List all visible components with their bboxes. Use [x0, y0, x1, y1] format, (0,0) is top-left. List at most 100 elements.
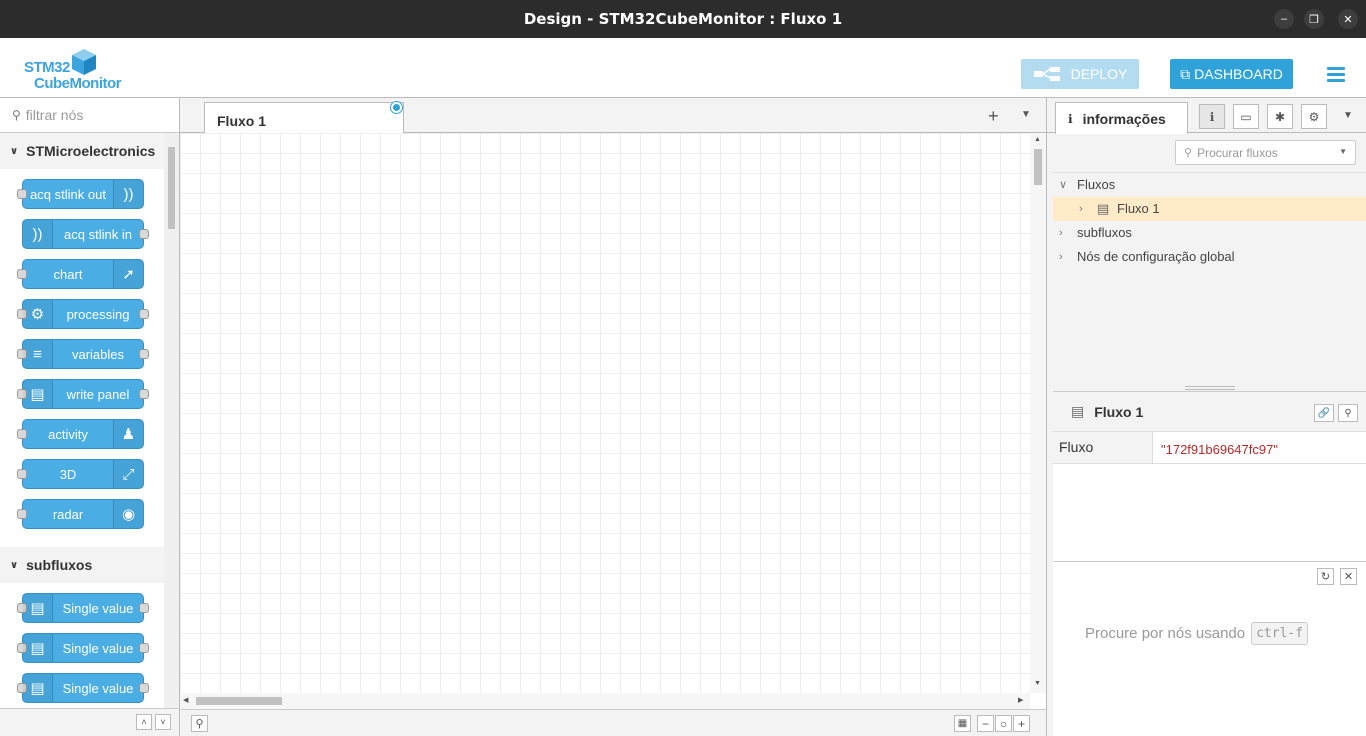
tab-label: Fluxo 1: [217, 113, 267, 129]
workspace-footer: ⚲ ▦ − ○ +: [180, 709, 1046, 736]
user-icon: ♟: [113, 420, 143, 448]
subflow-icon: ▤: [23, 674, 53, 702]
node-label: Single value: [62, 601, 134, 616]
output-port: [139, 309, 149, 319]
dashboard-button[interactable]: ⧉ DASHBOARD: [1170, 59, 1293, 89]
workspace: Fluxo 1 + ▼ ▲ ▼ ◀ ▶ ⚲ ▦ − ○ +: [180, 98, 1046, 736]
category-header-stmicroelectronics[interactable]: ∨ STMicroelectronics: [0, 133, 164, 169]
node-label: 3D: [59, 467, 77, 482]
search-icon[interactable]: ⚲: [1338, 404, 1358, 422]
output-port: [139, 603, 149, 613]
zoom-reset-icon[interactable]: ○: [995, 715, 1012, 732]
window-titlebar: Design - STM32CubeMonitor : Fluxo 1 – ❐ …: [0, 0, 1366, 38]
palette-node-single-value[interactable]: ▤ Single value: [17, 673, 149, 703]
tree-item-global-config[interactable]: › Nós de configuração global: [1053, 245, 1366, 269]
collapse-all-icon[interactable]: ˄: [136, 714, 152, 730]
close-icon[interactable]: ✕: [1338, 9, 1358, 29]
node-label: chart: [53, 267, 83, 282]
palette-node-single-value[interactable]: ▤ Single value: [17, 633, 149, 663]
flow-search-input[interactable]: ⚲ Procurar fluxos ▼: [1175, 140, 1356, 165]
property-key: Fluxo: [1053, 432, 1153, 463]
scroll-right-icon[interactable]: ▶: [1018, 696, 1023, 704]
debug-bug-icon[interactable]: ✱: [1267, 104, 1293, 129]
flow-canvas[interactable]: [180, 133, 1030, 693]
logo-text-line2: CubeMonitor: [34, 75, 121, 92]
canvas-horizontal-scrollbar[interactable]: ◀ ▶: [180, 693, 1030, 709]
minimize-icon[interactable]: –: [1274, 9, 1294, 29]
output-port: [139, 683, 149, 693]
canvas-vertical-scrollbar[interactable]: ▲ ▼: [1030, 133, 1046, 693]
node-label: activity: [48, 427, 88, 442]
node-label: variables: [71, 347, 125, 362]
search-icon[interactable]: ⚲: [191, 715, 208, 732]
zoom-out-icon[interactable]: −: [977, 715, 994, 732]
palette-footer: ˄ ˅: [0, 708, 179, 736]
category-body-stmicroelectronics: acq stlink out )) )) acq stlink in chart…: [0, 169, 164, 547]
dashboard-label: DASHBOARD: [1194, 66, 1283, 82]
tab-fluxo-1[interactable]: Fluxo 1: [204, 102, 404, 134]
menu-icon[interactable]: [1327, 67, 1345, 85]
refresh-icon[interactable]: ↻: [1317, 568, 1334, 585]
palette-node-processing[interactable]: ⚙ processing: [17, 299, 149, 329]
scroll-up-icon[interactable]: ▲: [1034, 136, 1041, 143]
palette-node-acq-stlink-in[interactable]: )) acq stlink in: [22, 219, 149, 249]
palette-node-activity[interactable]: activity ♟: [17, 419, 144, 449]
tab-informacoes[interactable]: ℹ informações: [1055, 102, 1188, 134]
palette-search-input[interactable]: filtrar nós: [26, 107, 84, 123]
category-header-subfluxos[interactable]: ∨ subfluxos: [0, 547, 164, 583]
dropdown-icon[interactable]: ▼: [1339, 147, 1347, 156]
palette-node-chart[interactable]: chart ➚: [17, 259, 144, 289]
expand-all-icon[interactable]: ˅: [155, 714, 171, 730]
flow-search-placeholder: Procurar fluxos: [1197, 145, 1278, 160]
chevron-down-icon: ∨: [1059, 179, 1068, 191]
panel-splitter[interactable]: [1185, 386, 1235, 390]
chevron-down-icon: ∨: [10, 145, 19, 157]
palette-node-single-value[interactable]: ▤ Single value: [17, 593, 149, 623]
node-label: Single value: [62, 681, 134, 696]
restore-icon[interactable]: ❐: [1304, 9, 1324, 29]
sidebar-menu-icon[interactable]: ▼: [1343, 110, 1353, 121]
zoom-in-icon[interactable]: +: [1013, 715, 1030, 732]
output-port: [139, 229, 149, 239]
signal-out-icon: )): [113, 180, 143, 208]
scroll-down-icon[interactable]: ▼: [1034, 680, 1041, 687]
palette-search[interactable]: ⚲ filtrar nós: [0, 98, 179, 133]
deploy-button[interactable]: DEPLOY: [1021, 59, 1139, 89]
info-icon: ℹ: [1068, 111, 1073, 126]
info-tab-icon[interactable]: ℹ: [1199, 104, 1225, 129]
output-port: [139, 643, 149, 653]
info-title: Fluxo 1: [1094, 403, 1144, 420]
info-panel: ▤ Fluxo 1 🔗 ⚲ Fluxo "172f91b69647fc97": [1053, 391, 1366, 561]
node-label: acq stlink out: [30, 187, 106, 202]
palette-node-variables[interactable]: ≡ variables: [17, 339, 149, 369]
navigator-map-icon[interactable]: ▦: [954, 715, 971, 732]
palette-node-write-panel[interactable]: ▤ write panel: [17, 379, 149, 409]
palette-node-3d[interactable]: 3D ⤢: [17, 459, 144, 489]
tab-menu-icon[interactable]: ▼: [1021, 109, 1031, 120]
gear-icon[interactable]: ⚙: [1301, 104, 1327, 129]
property-value: "172f91b69647fc97": [1161, 442, 1278, 457]
tree-label: Nós de configuração global: [1077, 249, 1235, 264]
chevron-down-icon: ∨: [10, 559, 19, 571]
tree-item-fluxo-1[interactable]: › ▤ Fluxo 1: [1053, 197, 1366, 221]
app-header: STM32 CubeMonitor DEPLOY ⧉ DASHBOARD: [0, 38, 1366, 98]
deploy-icon: [1033, 67, 1060, 81]
sidebar: ℹ informações ℹ ▭ ✱ ⚙ ▼ ⚲ Procurar fluxo…: [1046, 98, 1366, 736]
close-icon[interactable]: ✕: [1340, 568, 1357, 585]
search-icon: ⚲: [12, 108, 21, 122]
category-body-subfluxos: ▤ Single value ▤ Single value ▤ Single v…: [0, 583, 164, 708]
book-icon[interactable]: ▭: [1233, 104, 1259, 129]
palette-node-radar[interactable]: radar ◉: [17, 499, 144, 529]
palette-scrollbar[interactable]: [164, 133, 179, 708]
flow-icon: ▤: [1071, 403, 1085, 419]
add-tab-icon[interactable]: +: [988, 106, 999, 127]
node-label: Single value: [62, 641, 134, 656]
palette-node-acq-stlink-out[interactable]: acq stlink out )): [17, 179, 144, 209]
radar-icon: ◉: [113, 500, 143, 528]
tree-item-subfluxos[interactable]: › subfluxos: [1053, 221, 1366, 245]
chevron-right-icon: ›: [1079, 203, 1083, 215]
link-icon[interactable]: 🔗: [1314, 404, 1334, 422]
tree-item-fluxos[interactable]: ∨ Fluxos: [1053, 173, 1366, 197]
scroll-left-icon[interactable]: ◀: [183, 696, 188, 704]
stm32cubemonitor-logo: STM32 CubeMonitor: [24, 48, 124, 92]
